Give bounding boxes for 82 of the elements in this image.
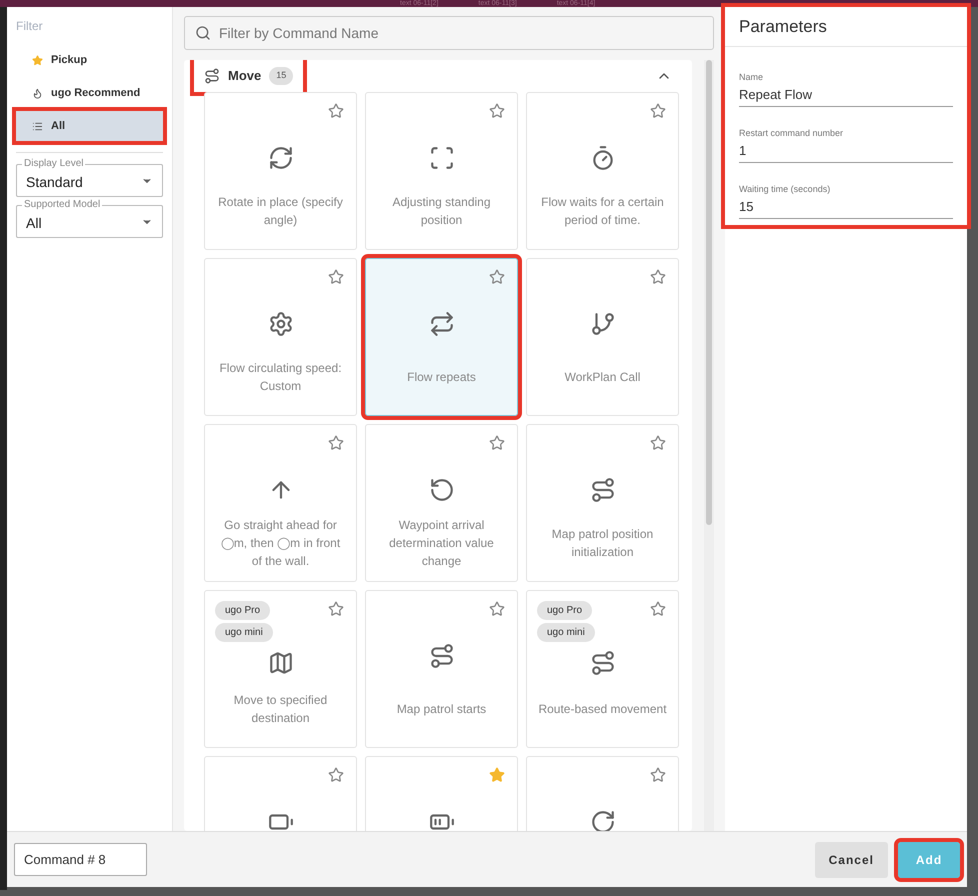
cancel-button[interactable]: Cancel [814, 842, 888, 878]
command-card[interactable]: Adjusting standing position [365, 92, 518, 250]
command-label: WorkPlan Call [564, 368, 642, 386]
command-label: Flow repeats [406, 368, 477, 386]
command-label: Map patrol starts [396, 700, 488, 718]
filter-item[interactable]: All [16, 111, 163, 141]
favorite-star-icon[interactable] [489, 766, 505, 782]
command-label: Move to specified destination [232, 692, 328, 726]
map-icon [268, 650, 294, 676]
favorite-star-icon[interactable] [489, 102, 505, 118]
command-label: Flow waits for a certain period of time. [540, 194, 665, 228]
route-pins-icon [428, 642, 454, 668]
dropdown-label: Supported Model [22, 199, 102, 211]
command-card[interactable]: Map patrol position initialization [526, 424, 679, 582]
count-badge: 15 [269, 67, 294, 84]
filter-item[interactable]: ugo Recommend [16, 78, 163, 108]
circular-arrow-icon [590, 808, 616, 831]
command-label: Go straight ahead for ◯m, then ◯m in front of the wall. [220, 516, 342, 570]
model-tag: ugo Pro [215, 600, 270, 620]
field-value: Repeat Flow [739, 86, 813, 104]
favorite-star-icon[interactable] [489, 434, 505, 450]
star-icon [32, 54, 43, 66]
model-tag: ugo Pro [537, 600, 592, 620]
favorite-star-icon[interactable] [650, 600, 666, 616]
field-value: 15 [739, 198, 754, 216]
field-label: Restart command number [739, 127, 844, 140]
filter-heading: Filter [16, 18, 44, 35]
command-card[interactable]: Waypoint arrival determination value change [365, 424, 518, 582]
scrollbar-thumb[interactable] [706, 60, 712, 525]
command-card[interactable]: WorkPlan Call [526, 258, 679, 416]
list-icon [32, 120, 43, 132]
favorite-star-icon[interactable] [328, 102, 344, 118]
route-pins-icon [590, 476, 616, 502]
favorite-star-icon[interactable] [650, 268, 666, 284]
command-card[interactable]: Flow circulating speed: Custom [204, 258, 357, 416]
model-tag: ugo mini [537, 622, 595, 642]
field-label: Waiting time (seconds) [739, 183, 832, 196]
command-card[interactable]: ugo Pro ugo mini Move to specified destination [204, 590, 357, 748]
favorite-star-icon[interactable] [650, 766, 666, 782]
favorite-star-icon[interactable] [328, 434, 344, 450]
favorite-star-icon[interactable] [489, 600, 505, 616]
command-card[interactable]: Go straight ahead for ◯m, then ◯m in front of the wall. [204, 424, 357, 582]
route-pins-icon [204, 68, 220, 84]
section-title: Move [228, 67, 262, 85]
field-value: 1 [739, 142, 748, 160]
favorite-star-icon[interactable] [650, 434, 666, 450]
command-label: Flow circulating speed: Custom [218, 360, 343, 394]
command-card[interactable]: Rotate in place (specify angle) [204, 92, 357, 250]
command-label: Route-based movement [537, 700, 668, 718]
parameter-field[interactable]: Name Repeat Flow [739, 71, 953, 107]
command-card[interactable]: Flow waits for a certain period of time. [526, 92, 679, 250]
command-label: Map patrol position initialization [550, 526, 654, 560]
parameter-field[interactable]: Waiting time (seconds) 15 [739, 183, 953, 219]
model-tag: ugo mini [215, 622, 273, 642]
route-pins-icon [590, 650, 616, 676]
repeat-arrows-icon [428, 310, 454, 336]
favorite-star-icon[interactable] [328, 766, 344, 782]
panel-title: Parameters [739, 16, 827, 38]
parameter-field[interactable]: Restart command number 1 [739, 127, 953, 163]
command-card[interactable]: Map patrol starts [365, 590, 518, 748]
search-field[interactable]: Filter by Command Name [184, 16, 714, 50]
section-header[interactable]: Move 15 [194, 60, 304, 92]
frame-icon [428, 144, 454, 170]
gear-icon [268, 310, 294, 336]
dropdown-label: Display Level [22, 158, 86, 170]
command-card[interactable]: ugo Pro ugo mini Route-based movement [526, 590, 679, 748]
rotate-arrows-icon [268, 144, 294, 170]
favorite-star-icon[interactable] [489, 268, 505, 284]
command-label: Rotate in place (specify angle) [217, 194, 344, 228]
field-label: Name [739, 71, 764, 84]
search-input[interactable]: Filter by Command Name [219, 22, 703, 44]
branch-icon [590, 310, 616, 336]
favorite-star-icon[interactable] [650, 102, 666, 118]
favorite-star-icon[interactable] [328, 600, 344, 616]
search-icon [195, 25, 211, 41]
command-label: Waypoint arrival determination value change [388, 516, 495, 570]
flame-icon [32, 88, 43, 98]
filter-item[interactable]: Pickup [16, 45, 163, 75]
circular-arrow-icon [428, 476, 454, 502]
favorite-star-icon[interactable] [328, 268, 344, 284]
command-number-field[interactable]: Command # 8 [14, 843, 147, 876]
command-label: Adjusting standing position [391, 194, 492, 228]
